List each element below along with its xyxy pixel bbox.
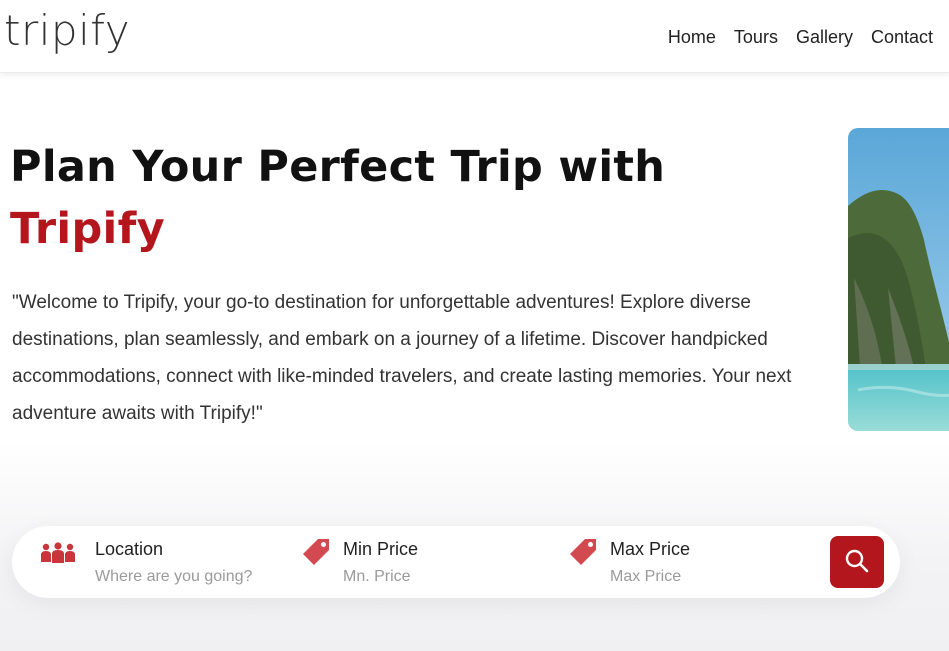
location-input[interactable] bbox=[95, 566, 295, 588]
hero-brand: Tripify bbox=[10, 204, 165, 254]
location-label: Location bbox=[95, 539, 164, 559]
location-field: Location bbox=[30, 526, 295, 598]
nav-tours[interactable]: Tours bbox=[734, 26, 778, 48]
hero-title: Plan Your Perfect Trip with Tripify bbox=[10, 136, 790, 260]
main-nav: Home Tours Gallery Contact bbox=[650, 26, 933, 48]
search-bar: Location Min Price Max Price bbox=[12, 526, 900, 598]
search-button[interactable] bbox=[830, 536, 884, 588]
nav-home[interactable]: Home bbox=[668, 26, 716, 48]
nav-contact[interactable]: Contact bbox=[871, 26, 933, 48]
hero-description: "Welcome to Tripify, your go-to destinat… bbox=[12, 292, 792, 424]
min-price-input[interactable] bbox=[343, 566, 543, 588]
landing-page: tripify Home Tours Gallery Contact Plan … bbox=[0, 0, 949, 651]
min-price-label: Min Price bbox=[343, 539, 419, 559]
price-tag-icon bbox=[300, 536, 332, 573]
max-price-input[interactable] bbox=[610, 566, 810, 588]
max-price-label: Max Price bbox=[610, 539, 691, 559]
people-group-icon bbox=[40, 542, 76, 569]
nav-gallery[interactable]: Gallery bbox=[796, 26, 853, 48]
hero-image bbox=[848, 128, 949, 431]
price-tag-icon bbox=[567, 536, 599, 573]
island-photo bbox=[848, 128, 949, 431]
search-icon bbox=[844, 548, 870, 577]
max-price-field: Max Price bbox=[567, 526, 827, 598]
min-price-field: Min Price bbox=[300, 526, 560, 598]
hero-title-text: Plan Your Perfect Trip with bbox=[10, 142, 666, 192]
logo[interactable]: tripify bbox=[4, 10, 130, 52]
site-header: tripify Home Tours Gallery Contact bbox=[0, 0, 949, 73]
